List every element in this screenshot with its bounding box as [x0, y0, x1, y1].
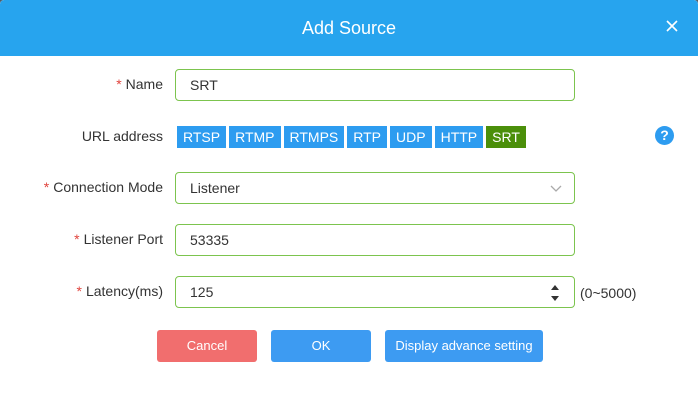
- listener-port-input[interactable]: 53335: [175, 224, 575, 256]
- dialog-header: Add Source: [0, 0, 698, 56]
- tab-srt[interactable]: SRT: [486, 126, 526, 148]
- ok-button[interactable]: OK: [271, 330, 371, 362]
- cancel-button[interactable]: Cancel: [157, 330, 257, 362]
- required-marker: *: [43, 179, 50, 195]
- tab-rtp[interactable]: RTP: [347, 126, 388, 148]
- number-spinner-icon[interactable]: [550, 282, 560, 304]
- connection-mode-label: * Connection Mode: [43, 179, 163, 195]
- tab-rtsp[interactable]: RTSP: [177, 126, 227, 148]
- connection-mode-select[interactable]: Listener: [175, 172, 575, 204]
- tab-udp[interactable]: UDP: [390, 126, 432, 148]
- chevron-down-icon: [550, 185, 562, 192]
- listener-port-value: 53335: [190, 232, 229, 248]
- required-marker: *: [76, 283, 82, 299]
- tab-rtmp[interactable]: RTMP: [229, 126, 281, 148]
- dialog-title: Add Source: [301, 18, 397, 38]
- required-marker: *: [74, 231, 80, 247]
- display-advance-setting-button[interactable]: Display advance setting: [385, 330, 543, 362]
- name-label: * Name: [116, 76, 163, 92]
- latency-input[interactable]: 125: [175, 276, 575, 308]
- connection-mode-value: Listener: [190, 180, 240, 196]
- url-address-label: URL address: [81, 128, 163, 144]
- add-source-dialog: Add Source * Name SRT URL address RTSP RT…: [0, 0, 698, 394]
- name-input[interactable]: SRT: [175, 69, 575, 101]
- close-icon[interactable]: [662, 16, 682, 36]
- protocol-tabs: RTSP RTMP RTMPS RTP UDP HTTP SRT: [177, 126, 526, 148]
- tab-rtmps[interactable]: RTMPS: [283, 126, 345, 148]
- latency-range-hint: (0~5000): [580, 285, 637, 301]
- listener-port-label: * Listener Port: [74, 231, 163, 247]
- help-icon[interactable]: ?: [655, 126, 674, 145]
- required-marker: *: [116, 76, 122, 92]
- latency-label: * Latency(ms): [76, 283, 163, 299]
- tab-http[interactable]: HTTP: [434, 126, 484, 148]
- latency-value: 125: [190, 284, 214, 300]
- name-value: SRT: [190, 77, 218, 93]
